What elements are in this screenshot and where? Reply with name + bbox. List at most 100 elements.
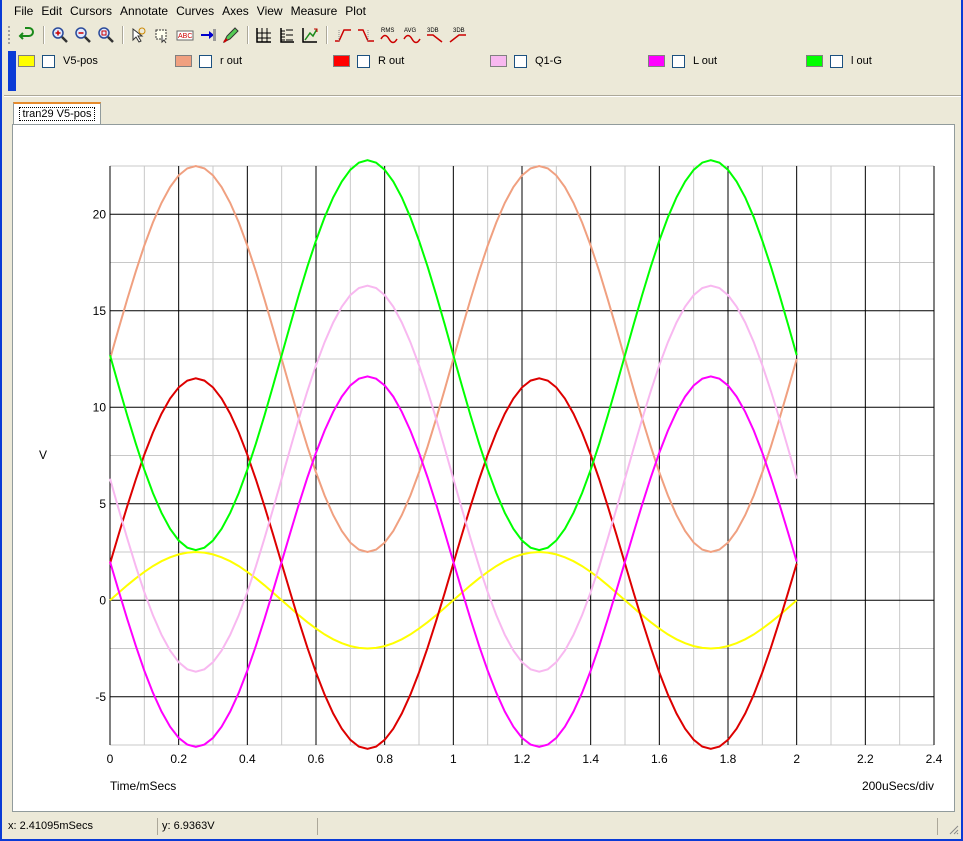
- legend-label: r out: [220, 55, 243, 67]
- menu-bar: File Edit Cursors Annotate Curves Axes V…: [4, 0, 961, 23]
- x-tick-label: 0.2: [170, 752, 187, 766]
- y-tick-label: 0: [99, 593, 106, 607]
- 3db-icon-label: 3DB: [453, 28, 465, 34]
- menu-axes[interactable]: Axes: [218, 0, 253, 23]
- undo-icon[interactable]: [16, 24, 38, 46]
- 3db-icon-label: 3DB: [427, 28, 439, 34]
- x-tick-label: 2.4: [926, 752, 943, 766]
- legend-item: l out: [806, 53, 872, 69]
- legend-label: Q1-G: [535, 55, 562, 67]
- legend-item: Q1-G: [490, 53, 562, 69]
- y-tick-label: 20: [93, 207, 107, 221]
- toolbar-separator: [326, 26, 328, 44]
- legend-item: r out: [175, 53, 242, 69]
- rms-icon-label: RMS: [381, 28, 394, 34]
- 3db-low-icon[interactable]: 3DB: [447, 24, 469, 46]
- x-tick-label: 1.4: [582, 752, 599, 766]
- plot-panel[interactable]: 0 0.2 0.4 0.6 0.8 1 1.2 1.4 1.6 1.8 2 2.2 2.4 -5 0 5 10…: [12, 124, 955, 812]
- x-tick-label: 2: [793, 752, 800, 766]
- menu-file[interactable]: File: [10, 0, 37, 23]
- legend-swatch[interactable]: [333, 55, 350, 67]
- legend-checkbox[interactable]: [42, 54, 55, 68]
- svg-text:ABC: ABC: [178, 33, 192, 40]
- menu-edit[interactable]: Edit: [37, 0, 66, 23]
- legend-swatch[interactable]: [18, 55, 35, 67]
- legend-item: L out: [648, 53, 717, 69]
- tab-label: tran29 V5-pos: [19, 107, 95, 121]
- x-tick-label: 2.2: [857, 752, 874, 766]
- tab-tran29[interactable]: tran29 V5-pos: [13, 102, 101, 124]
- x-tick-label: 1: [450, 752, 457, 766]
- legend-checkbox[interactable]: [514, 54, 527, 68]
- y-tick-label: 15: [93, 304, 107, 318]
- legend-label: l out: [851, 55, 872, 67]
- y-axis-label: V: [39, 448, 47, 462]
- x-tick-label: 0.4: [239, 752, 256, 766]
- cursor-icon[interactable]: [128, 24, 150, 46]
- legend-checkbox[interactable]: [672, 54, 685, 68]
- x-tick-label: 1.2: [514, 752, 531, 766]
- resize-grip-icon[interactable]: [947, 823, 959, 835]
- auto-scale-icon[interactable]: [299, 24, 321, 46]
- legend-checkbox[interactable]: [199, 54, 212, 68]
- avg-icon[interactable]: AVG: [401, 24, 423, 46]
- legend-swatch[interactable]: [806, 55, 823, 67]
- legend-item: R out: [333, 53, 404, 69]
- toolbar-separator: [43, 26, 45, 44]
- legend-checkbox[interactable]: [357, 54, 370, 68]
- legend-swatch[interactable]: [490, 55, 507, 67]
- x-readout: x: 2.41095mSecs: [4, 818, 158, 835]
- zoom-in-icon[interactable]: [49, 24, 71, 46]
- toolbar-separator: [122, 26, 124, 44]
- toolbar-grip[interactable]: [8, 26, 12, 44]
- text-annotate-icon[interactable]: ABC: [174, 24, 196, 46]
- menu-plot[interactable]: Plot: [341, 0, 370, 23]
- curve-legend: V5-pos r out R out Q1-G L out l out: [4, 47, 961, 95]
- menu-annotate[interactable]: Annotate: [116, 0, 172, 23]
- legend-accent-bar: [8, 51, 16, 91]
- menu-cursors[interactable]: Cursors: [66, 0, 116, 23]
- zoom-fit-icon[interactable]: [95, 24, 117, 46]
- waveform-chart[interactable]: 0 0.2 0.4 0.6 0.8 1 1.2 1.4 1.6 1.8 2 2.2 2.4 -5 0 5 10…: [13, 125, 954, 811]
- legend-label: V5-pos: [63, 55, 98, 67]
- legend-swatch[interactable]: [648, 55, 665, 67]
- legend-label: L out: [693, 55, 718, 67]
- status-bar: x: 2.41095mSecs y: 6.9363V: [4, 816, 961, 837]
- status-empty-cell: [318, 818, 938, 835]
- x-tick-label: 0.6: [308, 752, 325, 766]
- y-tick-label: 10: [93, 400, 107, 414]
- y-readout: y: 6.9363V: [158, 818, 318, 835]
- x-tick-label: 0: [107, 752, 114, 766]
- x-tick-label: 0.8: [376, 752, 393, 766]
- x-tick-label: 1.8: [720, 752, 737, 766]
- toolbar: ABC RMS AVG 3DB 3DB: [4, 23, 961, 47]
- legend-swatch[interactable]: [175, 55, 192, 67]
- y-tick-label: 5: [99, 497, 106, 511]
- rms-icon[interactable]: RMS: [378, 24, 400, 46]
- menu-view[interactable]: View: [253, 0, 287, 23]
- x-axis-label: Time/mSecs: [110, 779, 176, 793]
- select-icon[interactable]: [151, 24, 173, 46]
- fall-time-icon[interactable]: [355, 24, 377, 46]
- legend-item: V5-pos: [18, 53, 98, 69]
- y-tick-labels: -5 0 5 10 15 20: [93, 207, 107, 704]
- menu-measure[interactable]: Measure: [287, 0, 342, 23]
- zoom-out-icon[interactable]: [72, 24, 94, 46]
- arrow-icon[interactable]: [197, 24, 219, 46]
- 3db-high-icon[interactable]: 3DB: [424, 24, 446, 46]
- grid-minor-icon[interactable]: [276, 24, 298, 46]
- x-tick-label: 1.6: [651, 752, 668, 766]
- application-window: File Edit Cursors Annotate Curves Axes V…: [0, 0, 963, 841]
- legend-label: R out: [378, 55, 405, 67]
- scale-note: 200uSecs/div: [862, 779, 934, 793]
- y-tick-label: -5: [95, 690, 106, 704]
- avg-icon-label: AVG: [404, 28, 417, 34]
- rise-time-icon[interactable]: [332, 24, 354, 46]
- grid-major-icon[interactable]: [253, 24, 275, 46]
- divider: [4, 95, 961, 97]
- toolbar-separator: [247, 26, 249, 44]
- legend-checkbox[interactable]: [830, 54, 843, 68]
- x-tick-labels: 0 0.2 0.4 0.6 0.8 1 1.2 1.4 1.6 1.8 2 2.2 2.4: [107, 752, 943, 766]
- pen-icon[interactable]: [220, 24, 242, 46]
- menu-curves[interactable]: Curves: [172, 0, 218, 23]
